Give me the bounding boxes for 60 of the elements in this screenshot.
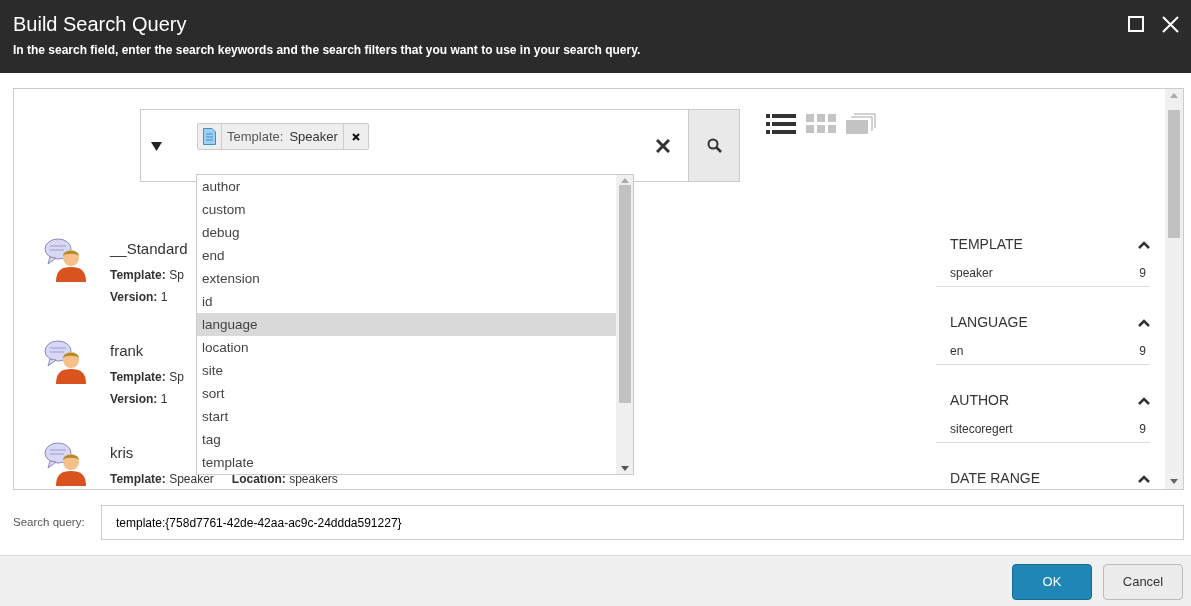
facet-title: DATE RANGE	[950, 469, 1040, 488]
collapse-icon[interactable]	[1138, 396, 1150, 405]
scrollbar[interactable]	[1165, 89, 1183, 489]
result-field: Template: Speaker	[110, 471, 214, 487]
suggestion-item[interactable]: language	[197, 313, 616, 336]
suggestion-item[interactable]: tag	[197, 428, 616, 451]
result-field: Version: 1	[110, 391, 168, 407]
suggestion-item[interactable]: end	[197, 244, 616, 267]
cancel-button[interactable]: Cancel	[1103, 563, 1183, 600]
result-title[interactable]: frank	[110, 342, 184, 360]
facet-label: speaker	[950, 265, 993, 282]
facet-title: AUTHOR	[950, 391, 1010, 410]
result-field: Template: Sp	[110, 267, 184, 283]
maximize-icon[interactable]	[1128, 16, 1144, 32]
suggestion-item[interactable]: location	[197, 336, 616, 359]
suggestion-item[interactable]: sort	[197, 382, 616, 405]
facet-count: 9	[1139, 265, 1146, 282]
collapse-icon[interactable]	[1138, 474, 1150, 483]
scroll-thumb[interactable]	[1168, 110, 1180, 238]
suggestion-item[interactable]: author	[197, 175, 616, 198]
facet-count: 9	[1139, 343, 1146, 360]
scrollbar[interactable]	[616, 175, 633, 474]
facet-item[interactable]: sitecoregert 9	[936, 420, 1150, 443]
collapse-icon[interactable]	[1138, 240, 1150, 249]
suggestion-item[interactable]: debug	[197, 221, 616, 244]
search-query-label: Search query:	[13, 514, 86, 530]
dialog-subtitle: In the search field, enter the search keywords and the search filters that you want to use in your search query.	[13, 42, 642, 59]
document-icon	[203, 128, 216, 145]
facet-title: LANGUAGE	[950, 313, 1028, 332]
result-field: Version: 1	[110, 289, 168, 305]
suggestion-item[interactable]: start	[197, 405, 616, 428]
result-title[interactable]: __Standard	[110, 240, 188, 258]
close-icon	[351, 132, 360, 141]
search-icon	[706, 138, 722, 153]
facet-title: TEMPLATE	[950, 235, 1023, 254]
result-field: Template: Sp	[110, 369, 184, 385]
facet-label: sitecoregert	[950, 421, 1013, 438]
scroll-down-icon[interactable]	[620, 466, 629, 471]
search-query-field[interactable]: template:{758d7761-42de-42aa-ac9c-24ddda591227}	[101, 505, 1184, 540]
filter-value: Speaker	[289, 127, 339, 146]
filter-label: Template:	[226, 127, 285, 146]
result-field: Location: speakers	[231, 471, 338, 487]
scroll-thumb[interactable]	[618, 185, 631, 403]
facet-item[interactable]: speaker 9	[936, 264, 1150, 287]
suggestion-item[interactable]: site	[197, 359, 616, 382]
facet-item[interactable]: en 9	[936, 342, 1150, 365]
list-view-icon[interactable]	[766, 113, 796, 135]
dropdown-arrow-icon[interactable]	[151, 142, 162, 151]
suggestion-item[interactable]: custom	[197, 198, 616, 221]
suggestion-item[interactable]: template	[197, 451, 616, 474]
close-icon[interactable]	[1162, 16, 1179, 33]
suggestion-item[interactable]: id	[197, 290, 616, 313]
dialog-title: Build Search Query	[13, 12, 187, 36]
clear-icon[interactable]	[656, 139, 670, 153]
facet-label: en	[950, 343, 964, 360]
facet-count: 9	[1139, 421, 1146, 438]
suggestion-item[interactable]: extension	[197, 267, 616, 290]
scroll-down-icon[interactable]	[1170, 479, 1178, 484]
ok-button[interactable]: OK	[1012, 563, 1092, 600]
collapse-icon[interactable]	[1138, 318, 1150, 327]
